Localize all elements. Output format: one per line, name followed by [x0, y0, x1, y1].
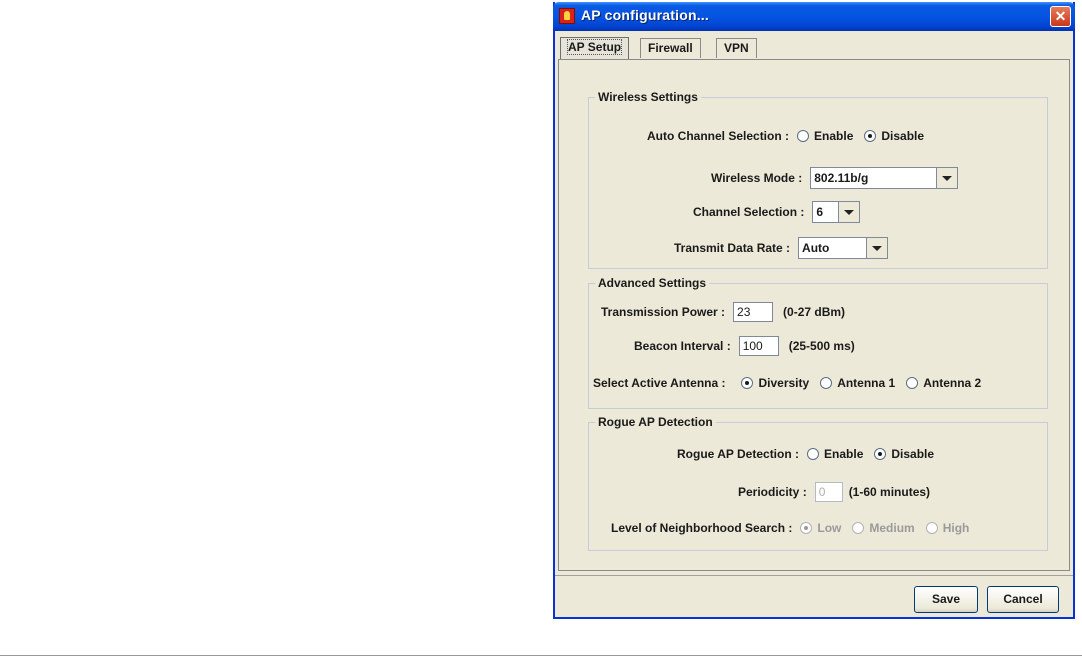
wireless-mode-select[interactable]: 802.11b/g	[810, 167, 959, 189]
antenna-2-radio[interactable]: Antenna 2	[906, 376, 981, 390]
transmission-power-label: Transmission Power :	[601, 305, 726, 319]
chevron-down-icon[interactable]	[936, 168, 958, 188]
cancel-button[interactable]: Cancel	[987, 586, 1059, 613]
tab-vpn[interactable]: VPN	[716, 38, 757, 58]
transmit-rate-row: Transmit Data Rate : Auto	[674, 237, 889, 259]
periodicity-input[interactable]: 0	[814, 482, 843, 502]
wireless-mode-label: Wireless Mode :	[711, 171, 803, 185]
page-bottom-rule	[0, 655, 1082, 656]
beacon-interval-label: Beacon Interval :	[634, 339, 731, 353]
channel-selection-select[interactable]: 6	[812, 201, 861, 223]
channel-selection-row: Channel Selection : 6	[693, 201, 861, 223]
neighborhood-search-label: Level of Neighborhood Search :	[611, 521, 793, 535]
periodicity-row: Periodicity : 0 (1-60 minutes)	[738, 482, 930, 502]
transmission-power-hint: (0-27 dBm)	[783, 305, 846, 319]
wireless-settings-group: Wireless Settings Auto Channel Selection…	[588, 90, 1048, 269]
window-title: AP configuration...	[581, 7, 709, 23]
transmit-rate-label: Transmit Data Rate :	[674, 241, 791, 255]
tab-ap-setup[interactable]: AP Setup	[560, 37, 630, 59]
transmission-power-input[interactable]: 23	[733, 302, 774, 322]
rogue-ap-group: Rogue AP Detection Rogue AP Detection : …	[588, 415, 1048, 551]
beacon-interval-row: Beacon Interval : 100 (25-500 ms)	[634, 336, 855, 356]
auto-channel-enable-radio[interactable]: Enable	[797, 129, 853, 143]
transmit-rate-select[interactable]: Auto	[798, 237, 889, 259]
active-antenna-row: Select Active Antenna : Diversity Antenn…	[593, 376, 992, 390]
beacon-interval-hint: (25-500 ms)	[788, 339, 855, 353]
app-icon	[559, 8, 575, 24]
wireless-mode-row: Wireless Mode : 802.11b/g	[711, 167, 959, 189]
chevron-down-icon[interactable]	[838, 202, 860, 222]
tab-firewall[interactable]: Firewall	[640, 38, 701, 58]
ap-configuration-dialog: AP configuration... ✕ AP Setup Firewall …	[553, 2, 1075, 619]
rogue-disable-radio[interactable]: Disable	[874, 447, 934, 461]
wireless-settings-legend: Wireless Settings	[595, 90, 701, 104]
transmission-power-row: Transmission Power : 23 (0-27 dBm)	[601, 302, 845, 322]
advanced-settings-group: Advanced Settings Transmission Power : 2…	[588, 276, 1048, 409]
advanced-settings-legend: Advanced Settings	[595, 276, 710, 290]
channel-selection-label: Channel Selection :	[693, 205, 805, 219]
title-bar[interactable]: AP configuration... ✕	[553, 2, 1075, 31]
save-button[interactable]: Save	[914, 586, 978, 613]
active-antenna-label: Select Active Antenna :	[593, 376, 726, 390]
chevron-down-icon[interactable]	[866, 238, 888, 258]
rogue-ap-legend: Rogue AP Detection	[595, 415, 716, 429]
tab-content-panel: Wireless Settings Auto Channel Selection…	[558, 59, 1070, 571]
periodicity-label: Periodicity :	[738, 485, 807, 499]
search-medium-radio[interactable]: Medium	[852, 521, 915, 535]
rogue-enable-radio[interactable]: Enable	[807, 447, 863, 461]
auto-channel-row: Auto Channel Selection : Enable Disable	[647, 129, 935, 143]
auto-channel-label: Auto Channel Selection :	[647, 129, 790, 143]
periodicity-hint: (1-60 minutes)	[848, 485, 931, 499]
search-high-radio[interactable]: High	[925, 521, 969, 535]
antenna-1-radio[interactable]: Antenna 1	[820, 376, 895, 390]
rogue-detection-row: Rogue AP Detection : Enable Disable	[677, 447, 945, 461]
antenna-diversity-radio[interactable]: Diversity	[741, 376, 809, 390]
footer-separator	[555, 575, 1073, 576]
auto-channel-disable-radio[interactable]: Disable	[864, 129, 924, 143]
neighborhood-search-row: Level of Neighborhood Search : Low Mediu…	[611, 521, 980, 535]
beacon-interval-input[interactable]: 100	[738, 336, 779, 356]
close-icon[interactable]: ✕	[1050, 6, 1071, 27]
rogue-detection-label: Rogue AP Detection :	[677, 447, 800, 461]
search-low-radio[interactable]: Low	[800, 521, 841, 535]
